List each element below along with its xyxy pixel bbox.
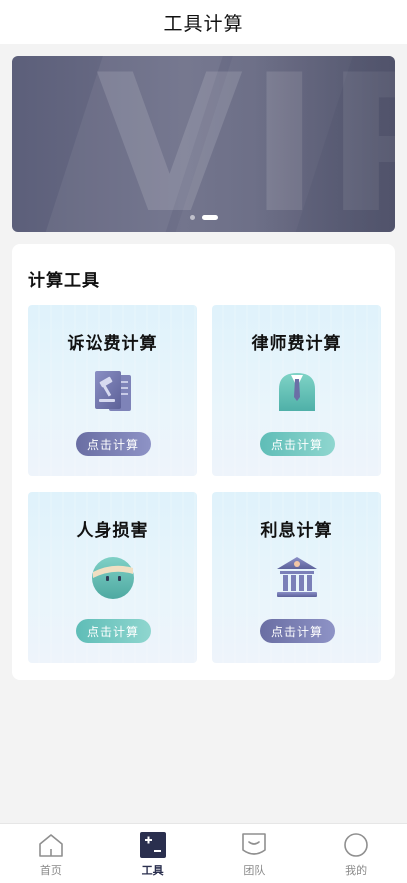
- tab-profile[interactable]: 我的: [305, 824, 407, 883]
- calculate-button[interactable]: 点击计算: [75, 619, 151, 643]
- banner-shade: [255, 56, 395, 232]
- tab-label: 首页: [39, 864, 62, 877]
- calculate-button[interactable]: 点击计算: [259, 619, 335, 643]
- header: 工具计算: [0, 0, 407, 44]
- card-title: 人身损害: [76, 521, 149, 541]
- page-title: 工具计算: [163, 12, 244, 35]
- tab-tools[interactable]: 工具: [102, 824, 204, 883]
- calculator-icon: [139, 832, 166, 858]
- vip-banner[interactable]: VIP: [12, 56, 395, 232]
- section-title: 计算工具: [28, 271, 100, 291]
- tools-panel: 计算工具 诉讼费计算 点击计算 律师费计算 点击计算 人身损害 点击计算 利息计…: [12, 244, 395, 680]
- gavel-document-icon: [94, 371, 131, 411]
- lawyer-suit-icon: [278, 373, 315, 411]
- card-title: 律师费计算: [251, 334, 342, 354]
- bank-building-icon: [276, 557, 317, 597]
- pagination-dot[interactable]: [189, 215, 195, 220]
- pagination-dot-active[interactable]: [201, 215, 218, 220]
- calculate-button[interactable]: 点击计算: [259, 432, 335, 456]
- tab-home[interactable]: 首页: [0, 824, 102, 883]
- card-interest[interactable]: 利息计算 点击计算: [212, 492, 381, 663]
- card-title: 诉讼费计算: [67, 334, 158, 354]
- card-personal-injury[interactable]: 人身损害 点击计算: [28, 492, 197, 663]
- banner-pagination: [12, 215, 395, 220]
- card-lawyer-fee[interactable]: 律师费计算 点击计算: [212, 305, 381, 476]
- card-title: 利息计算: [260, 521, 333, 541]
- tab-team[interactable]: 团队: [204, 824, 306, 883]
- page: 工具计算 VIP 计算工具 诉讼费计算: [0, 0, 407, 883]
- tab-label: 团队: [243, 864, 266, 877]
- bandaged-face-icon: [91, 557, 134, 599]
- card-litigation-fee[interactable]: 诉讼费计算 点击计算: [28, 305, 197, 476]
- tab-label: 我的: [345, 864, 368, 877]
- home-icon: [39, 834, 63, 857]
- tab-label: 工具: [141, 864, 164, 877]
- profile-circle-icon: [344, 833, 368, 857]
- bottom-tab-bar: 首页 工具 团队 我的: [0, 823, 407, 883]
- calculate-button[interactable]: 点击计算: [75, 432, 151, 456]
- team-shield-icon: [242, 833, 267, 855]
